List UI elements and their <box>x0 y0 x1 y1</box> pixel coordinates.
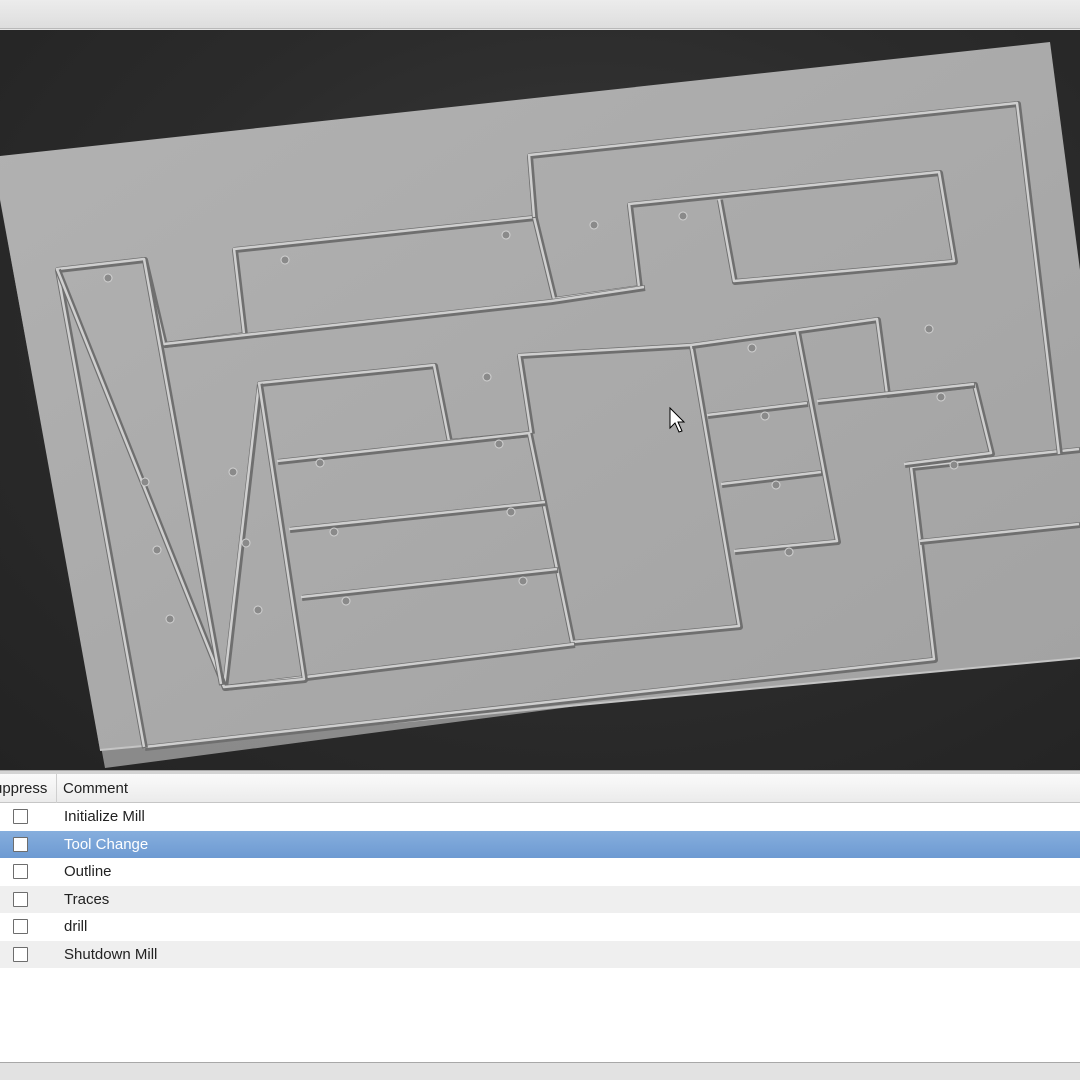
status-strip <box>0 1062 1080 1080</box>
operations-table: uppress Comment Initialize Mill Tool Cha… <box>0 774 1080 1062</box>
table-row[interactable]: Tool Change <box>0 830 1080 858</box>
table-row[interactable]: Traces <box>0 885 1080 913</box>
suppress-checkbox[interactable] <box>13 809 28 824</box>
suppress-checkbox[interactable] <box>13 946 28 962</box>
table-row[interactable]: Shutdown Mill <box>0 940 1080 968</box>
toolbar-strip <box>0 0 1080 29</box>
column-header-comment[interactable]: Comment <box>58 774 1080 803</box>
comment-cell: Outline <box>64 863 112 880</box>
table-row[interactable]: drill <box>0 913 1080 941</box>
suppress-checkbox[interactable] <box>13 836 28 852</box>
table-row[interactable]: Initialize Mill <box>0 803 1080 831</box>
comment-cell: Initialize Mill <box>64 808 145 825</box>
suppress-checkbox[interactable] <box>13 891 28 907</box>
table-body: Initialize Mill Tool Change Outline Trac… <box>0 803 1080 968</box>
comment-cell: Traces <box>64 890 110 908</box>
comment-cell: Shutdown Mill <box>64 945 158 963</box>
table-row[interactable]: Outline <box>0 858 1080 886</box>
suppress-checkbox[interactable] <box>13 919 28 934</box>
milled-board-render <box>0 42 1080 768</box>
comment-cell: Tool Change <box>64 835 149 853</box>
suppress-checkbox[interactable] <box>13 864 28 879</box>
comment-cell: drill <box>64 918 88 935</box>
3d-viewport[interactable] <box>0 30 1080 770</box>
table-header: uppress Comment <box>0 774 1080 803</box>
column-header-suppress[interactable]: uppress <box>0 774 57 803</box>
